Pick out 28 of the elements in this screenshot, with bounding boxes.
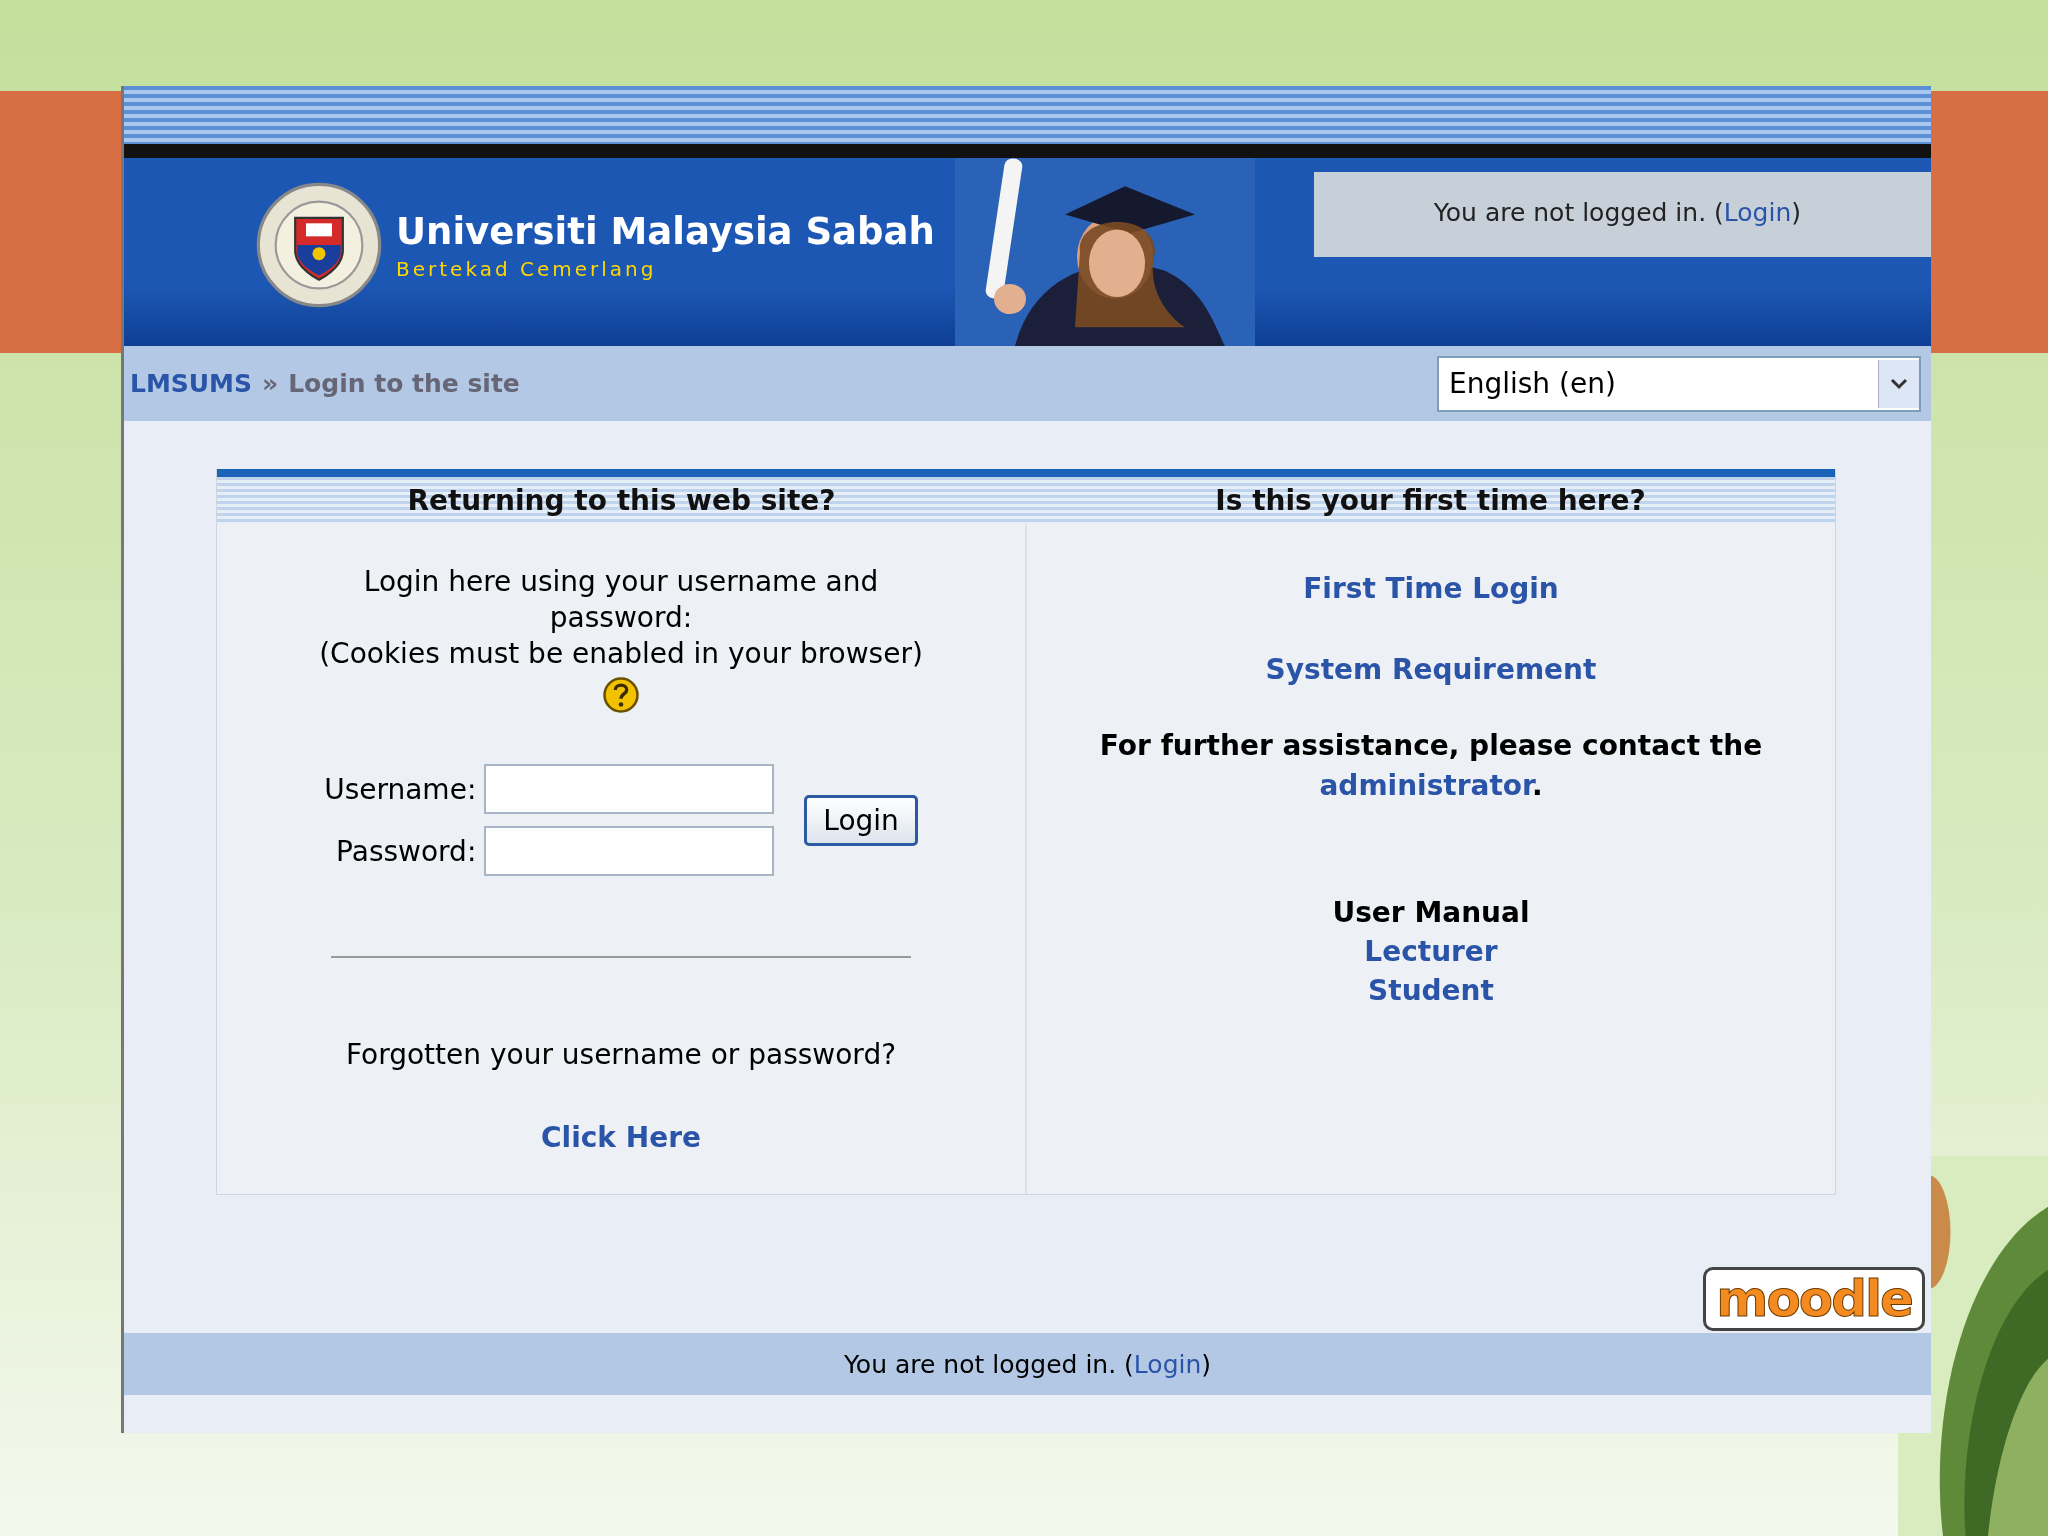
login-link[interactable]: Login — [1133, 1349, 1202, 1379]
login-button[interactable]: Login — [804, 794, 918, 846]
help-icon[interactable] — [602, 676, 640, 714]
forgotten-password-text: Forgotten your username or password? — [345, 1038, 897, 1071]
breadcrumb-separator: » — [262, 369, 279, 398]
site-title: Universiti Malaysia Sabah — [396, 209, 935, 253]
username-label: Username: — [324, 772, 477, 806]
motto: Bertekad Cemerlang — [396, 256, 658, 281]
column-heading: Returning to this web site? — [406, 483, 837, 519]
breadcrumb-current: Login to the site — [288, 369, 520, 398]
user-manual-link[interactable]: Student — [1368, 974, 1494, 1007]
user-manual-link[interactable]: Lecturer — [1364, 935, 1498, 968]
login-instructions: Login here using your username and password: (Cookies must be enabled in your browser) — [318, 564, 924, 672]
login-link[interactable]: Login — [1723, 198, 1792, 227]
info-link[interactable]: System Requirement — [1265, 653, 1597, 686]
login-status: You are not logged in. (Login) — [1313, 172, 1931, 257]
info-link[interactable]: First Time Login — [1303, 572, 1559, 605]
assistance-text: For further assistance, please contact the administrator. — [1099, 728, 1763, 804]
click-here-link[interactable]: Click Here — [541, 1121, 701, 1154]
username-field[interactable] — [484, 764, 775, 814]
password-field[interactable] — [484, 826, 775, 876]
login-status: You are not logged in. (Login) — [843, 1349, 1212, 1379]
column-heading: Is this your first time here? — [1214, 483, 1647, 519]
breadcrumb-home-link[interactable]: LMSUMS — [130, 369, 252, 398]
user-manual-heading: User Manual — [1332, 896, 1530, 929]
password-label: Password: — [336, 834, 477, 868]
language-dropdown[interactable]: English (en) — [1437, 355, 1921, 412]
administrator-link[interactable]: administrator — [1319, 769, 1532, 802]
